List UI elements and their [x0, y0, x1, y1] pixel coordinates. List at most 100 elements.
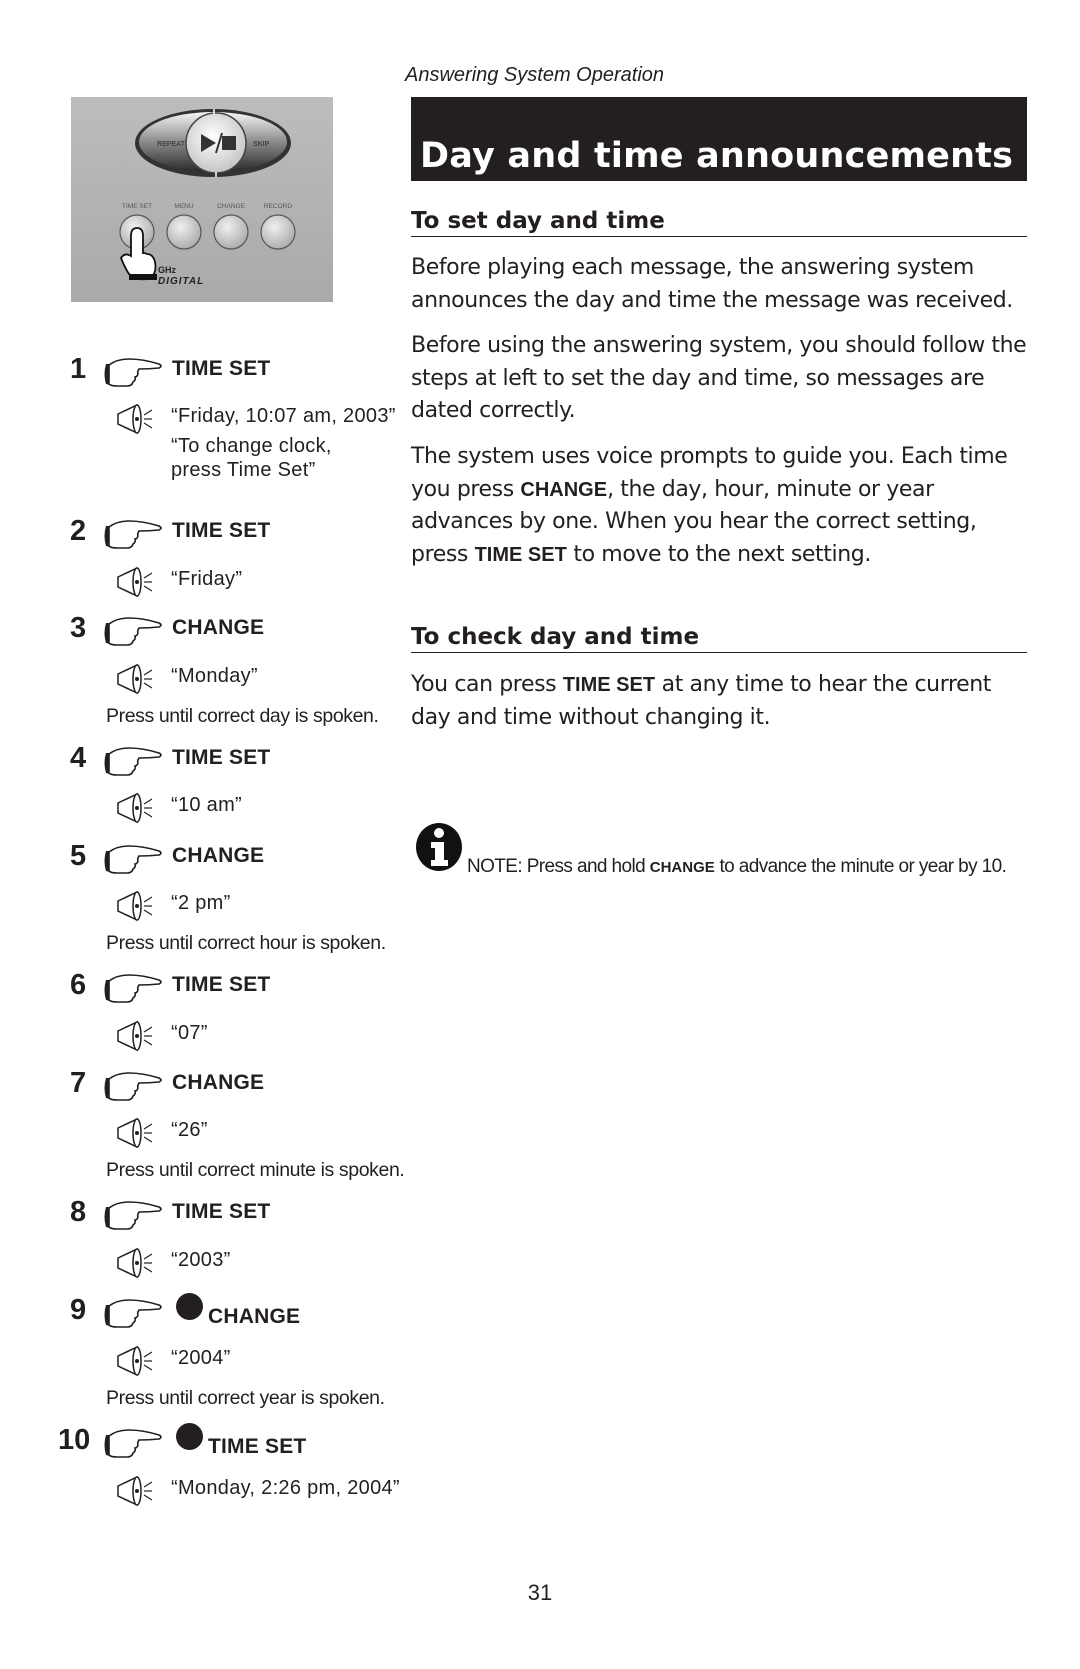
step-3: 3 CHANGE [0, 611, 400, 651]
step-number: 2 [70, 515, 87, 547]
heading-check-day-time: To check day and time [411, 624, 1027, 653]
voice-prompt: “2004” [171, 1347, 231, 1369]
step-action: TIME SET [208, 1435, 307, 1458]
panel-buttons: TIME SET MENU CHANGE RECORD [119, 203, 296, 250]
step-number: 4 [70, 742, 87, 774]
phone-panel-graphic: REPEAT SKIP TIME SET MENU CHANGE RECORD … [119, 109, 296, 287]
time-set-label: TIME SET [122, 203, 152, 210]
change-label: CHANGE [217, 203, 245, 210]
menu-button [166, 214, 202, 250]
speaker-icon [117, 1475, 153, 1507]
speaker-icon [117, 1020, 153, 1052]
skip-label: SKIP [253, 141, 270, 148]
pointing-hand-icon [104, 358, 162, 387]
step-3-hint: Press until correct day is spoken. [106, 705, 379, 727]
heading-set-day-time: To set day and time [411, 208, 1027, 237]
step-number: 10 [58, 1424, 91, 1456]
speaker-icon [117, 566, 153, 598]
step-number: 6 [70, 969, 87, 1001]
title-banner: Day and time announcements [411, 97, 1027, 181]
stop-icon [222, 136, 236, 150]
speaker-icon [117, 1117, 153, 1149]
voice-prompt: “26” [171, 1119, 208, 1141]
record-button [260, 214, 296, 250]
paragraph-voice-prompts: The system uses voice prompts to guide y… [411, 441, 1031, 571]
pointing-hand-icon [104, 1201, 162, 1230]
logo-digital: DIGITAL [158, 276, 204, 287]
voice-prompt: “Friday, 10:07 am, 2003” [171, 405, 396, 427]
note: NOTE: Press and hold CHANGE to advance t… [415, 822, 1055, 882]
step-action: CHANGE [208, 1305, 301, 1328]
step-number: 5 [70, 840, 87, 872]
step-1: 1 TIME SET [0, 352, 400, 392]
page-title: Day and time announcements [420, 136, 1014, 176]
step-2: 2 TIME SET [0, 514, 400, 554]
text: You can press [411, 672, 563, 697]
repeat-label: REPEAT [157, 141, 186, 148]
paragraph-before-using: Before using the answering system, you s… [411, 333, 1027, 423]
voice-prompt: “07” [171, 1022, 208, 1044]
step-number: 3 [70, 612, 87, 644]
change-keyword: CHANGE [520, 478, 608, 501]
step-action: CHANGE [172, 616, 265, 639]
change-keyword: CHANGE [649, 859, 715, 876]
change-button [213, 214, 249, 250]
menu-label: MENU [174, 203, 193, 210]
voice-prompt: press Time Set” [171, 459, 316, 481]
step-action: TIME SET [172, 1200, 271, 1223]
step-number: 7 [70, 1067, 87, 1099]
voice-prompt: “10 am” [171, 794, 243, 816]
step-9: 9 CHANGE [0, 1293, 400, 1333]
step-4: 4 TIME SET [0, 741, 400, 781]
paragraph-check: You can press TIME SET at any time to he… [411, 669, 1031, 734]
phone-panel-illustration: REPEAT SKIP TIME SET MENU CHANGE RECORD … [71, 97, 333, 302]
info-icon [416, 823, 462, 871]
voice-prompt: “To change clock, [171, 435, 332, 457]
step-10: 10 TIME SET [0, 1423, 400, 1463]
step-8: 8 TIME SET [0, 1195, 400, 1235]
step-action: CHANGE [172, 844, 265, 867]
speaker-icon [117, 1247, 153, 1279]
step-action: TIME SET [172, 519, 271, 542]
time-set-keyword: TIME SET [562, 674, 656, 696]
voice-prompt: “2003” [171, 1249, 231, 1271]
pointing-hand-icon [104, 520, 162, 549]
speaker-icon [117, 403, 153, 435]
text: to move to the next setting. [566, 541, 871, 567]
pointing-hand-icon [104, 1072, 162, 1101]
voice-prompt: “Monday, 2:26 pm, 2004” [171, 1477, 400, 1499]
step-number: 8 [70, 1196, 87, 1228]
pointing-hand-icon [104, 617, 162, 646]
step-7: 7 CHANGE [0, 1066, 400, 1106]
text: NOTE: Press and hold [467, 856, 650, 877]
voice-prompt: “2 pm” [171, 892, 231, 914]
speaker-icon [117, 890, 153, 922]
step-7-hint: Press until correct minute is spoken. [106, 1159, 405, 1181]
pointing-hand-icon [104, 747, 162, 776]
speaker-icon [117, 792, 153, 824]
page-number: 31 [527, 1580, 553, 1605]
pointing-hand-icon [104, 1429, 162, 1458]
step-number: 9 [70, 1294, 87, 1326]
logo-ghz: GHz [158, 265, 177, 275]
pointing-hand-icon [104, 845, 162, 874]
step-5-hint: Press until correct hour is spoken. [106, 932, 386, 954]
section-label: Answering System Operation [405, 64, 665, 86]
step-9-hint: Press until correct year is spoken. [106, 1387, 385, 1409]
pointing-hand-icon [104, 1299, 162, 1328]
speaker-icon [117, 1345, 153, 1377]
step-action: TIME SET [172, 746, 271, 769]
step-5: 5 CHANGE [0, 839, 400, 879]
step-action: TIME SET [172, 973, 271, 996]
time-set-keyword: TIME SET [474, 543, 567, 566]
voice-prompt: “Friday” [171, 568, 243, 590]
voice-prompt: “Monday” [171, 665, 258, 687]
record-label: RECORD [264, 203, 292, 210]
step-action: TIME SET [172, 357, 271, 380]
paragraph-intro: Before playing each message, the answeri… [411, 255, 1013, 313]
step-6: 6 TIME SET [0, 968, 400, 1008]
speaker-icon [117, 663, 153, 695]
press-and-hold-icon [176, 1423, 203, 1450]
step-action: CHANGE [172, 1071, 265, 1094]
text: to advance the minute or year by 10. [714, 856, 1007, 877]
